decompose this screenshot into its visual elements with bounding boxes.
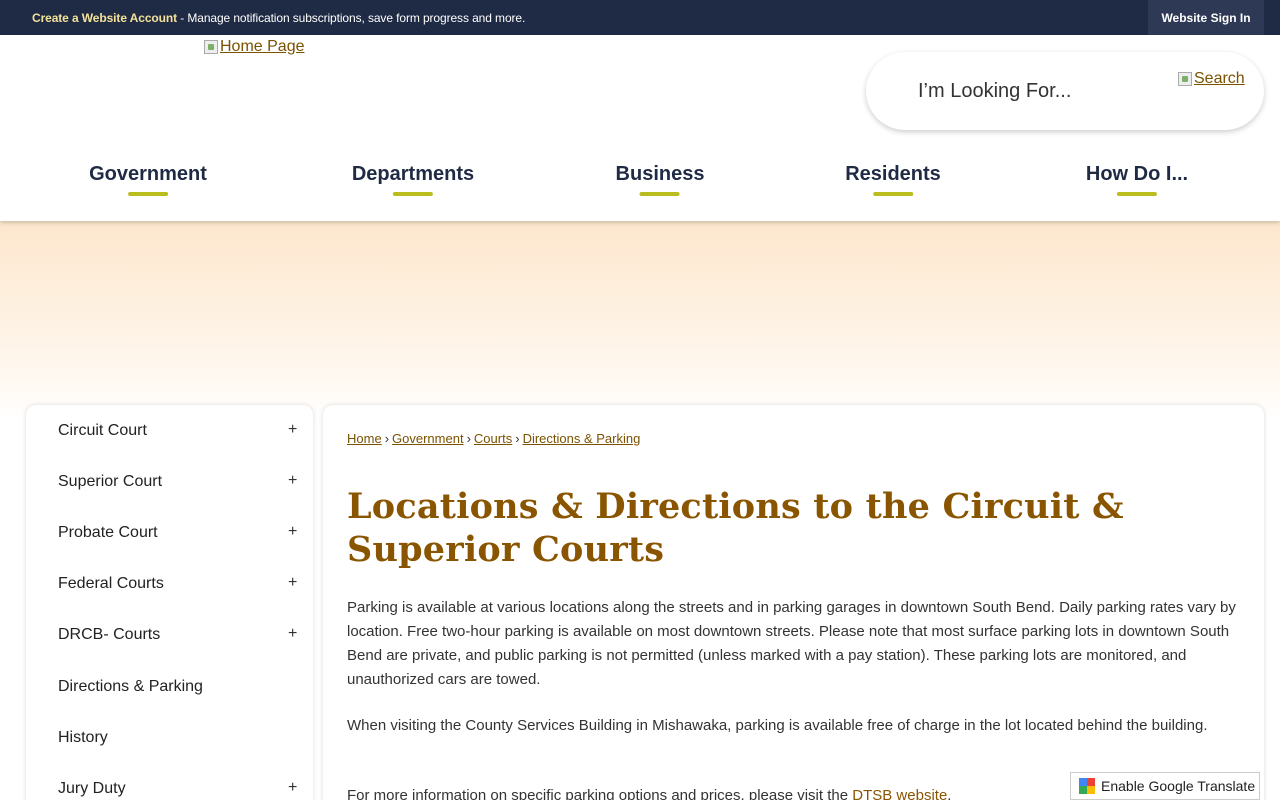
page-title: Locations & Directions to the Circuit & … bbox=[347, 486, 1124, 570]
nav-underline bbox=[128, 192, 168, 196]
expand-icon[interactable]: + bbox=[288, 421, 297, 439]
google-translate-icon bbox=[1079, 778, 1095, 794]
nav-item-departments[interactable]: Departments bbox=[352, 163, 474, 196]
icon-part bbox=[1079, 778, 1087, 786]
icon-part bbox=[1079, 786, 1087, 794]
website-sign-in-button[interactable]: Website Sign In bbox=[1148, 0, 1264, 35]
broken-image-icon bbox=[204, 40, 218, 54]
logo-alt-text: Home Page bbox=[220, 38, 305, 55]
breadcrumb-separator: › bbox=[466, 431, 471, 446]
breadcrumb-separator: › bbox=[384, 431, 390, 446]
nav-label: Departments bbox=[351, 163, 475, 185]
nav-item-how-do-i[interactable]: How Do I... bbox=[1086, 163, 1188, 196]
site-header: Home Page I’m Looking For... Search Gove… bbox=[0, 35, 1280, 221]
nav-item-government[interactable]: Government bbox=[89, 163, 207, 196]
breadcrumb: Home › Government › Courts › Directions & Park… bbox=[347, 431, 640, 446]
icon-part bbox=[1087, 786, 1095, 794]
search-box: I’m Looking For... Search bbox=[866, 52, 1264, 130]
expand-icon[interactable]: + bbox=[288, 779, 297, 797]
nav-label: Residents bbox=[845, 163, 941, 185]
expand-icon[interactable]: + bbox=[288, 523, 297, 541]
home-page-logo-link[interactable]: Home Page bbox=[204, 38, 305, 56]
nav-underline bbox=[640, 192, 680, 196]
sidebar-item-probate-court[interactable]: Probate Court bbox=[58, 524, 158, 542]
search-button-alt: Search bbox=[1194, 70, 1245, 87]
parking-info-paragraph: Parking is available at various location… bbox=[347, 599, 1236, 688]
nav-item-residents[interactable]: Residents bbox=[845, 163, 941, 196]
nav-underline bbox=[392, 192, 433, 196]
dtsb-website-link[interactable]: DTSB website bbox=[852, 787, 947, 800]
mishawaka-parking-paragraph: When visiting the County Services Buildi… bbox=[347, 717, 1208, 734]
breadcrumb-home[interactable]: Home bbox=[347, 431, 382, 446]
expand-icon[interactable]: + bbox=[288, 574, 297, 592]
create-account-link[interactable]: Create a Website Account bbox=[32, 11, 177, 25]
sidebar-item-superior-court[interactable]: Superior Court bbox=[58, 473, 162, 491]
sidebar-item-jury-duty[interactable]: Jury Duty bbox=[58, 780, 126, 798]
google-translate-button[interactable]: Enable Google Translate bbox=[1070, 772, 1260, 800]
nav-item-business[interactable]: Business bbox=[615, 163, 705, 196]
main-navigation: Government Departments Business Resident… bbox=[0, 163, 1280, 203]
account-promo-desc: - Manage notification subscriptions, sav… bbox=[176, 11, 526, 25]
nav-underline bbox=[1117, 192, 1157, 196]
nav-label: How Do I... bbox=[1085, 163, 1189, 185]
expand-icon[interactable]: + bbox=[288, 472, 297, 490]
nav-label: Business bbox=[615, 163, 705, 185]
sidebar-item-circuit-court[interactable]: Circuit Court bbox=[58, 422, 147, 440]
icon-part bbox=[1087, 778, 1095, 786]
nav-label: Government bbox=[89, 163, 207, 185]
breadcrumb-separator: › bbox=[515, 431, 520, 446]
sidebar-item-federal-courts[interactable]: Federal Courts bbox=[58, 575, 164, 593]
broken-image-icon bbox=[1178, 72, 1192, 86]
search-button[interactable]: Search bbox=[1178, 70, 1245, 88]
more-info-text: For more information on specific parking… bbox=[347, 787, 853, 800]
top-utility-bar: Create a Website Account - Manage notifi… bbox=[0, 0, 1280, 35]
expand-icon[interactable]: + bbox=[288, 625, 297, 643]
nav-underline bbox=[873, 192, 913, 196]
main-content: Home › Government › Courts › Directions & Park… bbox=[323, 405, 1264, 800]
translate-label: Enable Google Translate bbox=[1101, 778, 1256, 794]
search-input[interactable]: I’m Looking For... bbox=[918, 80, 1071, 103]
more-info-end: . bbox=[947, 787, 952, 800]
sidebar-item-directions-parking[interactable]: Directions & Parking bbox=[58, 678, 203, 696]
account-promo: Create a Website Account - Manage notifi… bbox=[32, 11, 525, 25]
sidebar-nav: Circuit Court + Superior Court + Probate… bbox=[26, 405, 313, 800]
sidebar-item-drcb-courts[interactable]: DRCB- Courts bbox=[58, 626, 160, 644]
breadcrumb-courts[interactable]: Courts bbox=[474, 431, 512, 446]
breadcrumb-government[interactable]: Government bbox=[392, 431, 464, 446]
sidebar-item-history[interactable]: History bbox=[58, 729, 108, 747]
breadcrumb-directions-parking[interactable]: Directions & Parking bbox=[523, 431, 641, 446]
